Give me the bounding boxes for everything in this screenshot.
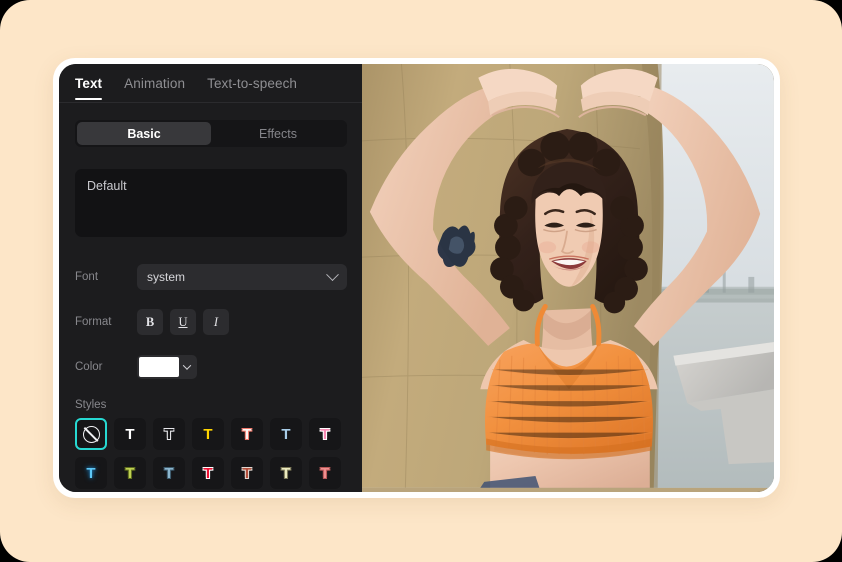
format-label: Format — [75, 316, 112, 328]
bold-button[interactable]: B — [137, 309, 163, 335]
style-white-red[interactable]: T — [231, 418, 263, 450]
tab-text-to-speech[interactable]: Text-to-speech — [207, 76, 297, 100]
style-pink[interactable]: T — [309, 418, 341, 450]
color-dropdown-toggle[interactable] — [179, 361, 195, 370]
text-style-glyph: T — [203, 464, 213, 482]
style-yellow[interactable]: T — [192, 418, 224, 450]
tab-bar: Text Animation Text-to-speech — [59, 64, 362, 102]
page-canvas: Text Animation Text-to-speech Basic Effe… — [0, 0, 842, 562]
color-label: Color — [75, 361, 103, 373]
video-preview[interactable] — [362, 64, 774, 492]
tab-text[interactable]: Text — [75, 76, 103, 100]
text-input-area[interactable]: Default — [75, 169, 347, 237]
style-olive[interactable]: T — [114, 457, 146, 489]
text-style-glyph: T — [281, 464, 291, 482]
text-style-glyph: T — [164, 425, 174, 443]
style-lightblue[interactable]: T — [270, 418, 302, 450]
text-style-glyph: T — [242, 464, 252, 482]
style-steelblue[interactable]: T — [153, 457, 185, 489]
segment-basic[interactable]: Basic — [77, 122, 211, 145]
style-none[interactable] — [75, 418, 107, 450]
color-picker[interactable] — [137, 355, 197, 379]
text-style-glyph: T — [203, 425, 213, 443]
text-style-glyph: T — [164, 464, 174, 482]
text-style-glyph: T — [125, 425, 135, 443]
tab-bar-divider — [59, 102, 362, 103]
styles-grid: T T T T T T T T T T T T T — [75, 418, 355, 489]
font-select-value: system — [147, 270, 186, 284]
app-window-frame: Text Animation Text-to-speech Basic Effe… — [53, 58, 780, 498]
style-white-solid[interactable]: T — [114, 418, 146, 450]
chevron-down-icon — [326, 267, 339, 281]
preview-photo — [362, 64, 774, 488]
underline-button[interactable]: U — [170, 309, 196, 335]
font-row: Font system — [75, 264, 347, 290]
font-select[interactable]: system — [137, 264, 347, 290]
text-style-glyph: T — [125, 464, 135, 482]
style-cyan-glow[interactable]: T — [75, 457, 107, 489]
segment-effects[interactable]: Effects — [211, 122, 345, 145]
format-button-group: B U I — [137, 309, 229, 335]
text-style-glyph: T — [242, 425, 252, 443]
font-label: Font — [75, 271, 99, 283]
text-style-glyph: T — [320, 464, 330, 482]
text-style-glyph: T — [320, 425, 330, 443]
style-brick[interactable]: T — [231, 457, 263, 489]
text-style-glyph: T — [86, 464, 96, 482]
color-swatch[interactable] — [139, 357, 179, 377]
text-style-glyph: T — [281, 425, 291, 443]
chevron-down-icon — [182, 361, 192, 370]
style-white-outline[interactable]: T — [153, 418, 185, 450]
segmented-control: Basic Effects — [75, 120, 347, 147]
format-row: Format B U I — [75, 309, 347, 335]
style-salmon[interactable]: T — [309, 457, 341, 489]
no-style-icon — [82, 425, 100, 443]
style-cream[interactable]: T — [270, 457, 302, 489]
color-row: Color — [75, 354, 347, 380]
styles-label: Styles — [75, 399, 107, 411]
app-window: Text Animation Text-to-speech Basic Effe… — [59, 64, 774, 492]
text-editor-sidebar: Text Animation Text-to-speech Basic Effe… — [59, 64, 362, 492]
italic-button[interactable]: I — [203, 309, 229, 335]
style-red-white[interactable]: T — [192, 457, 224, 489]
tab-animation[interactable]: Animation — [124, 76, 185, 100]
